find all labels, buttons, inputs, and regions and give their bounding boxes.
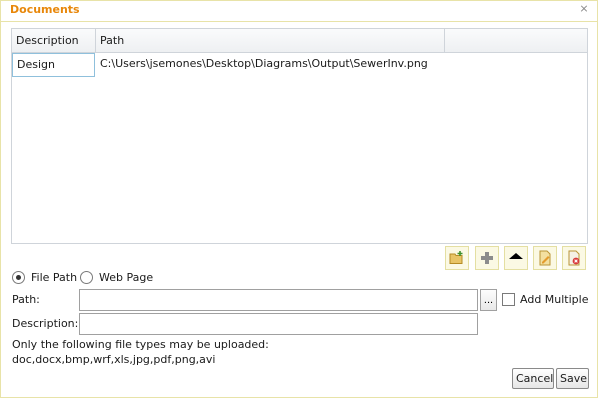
cell-path[interactable]: C:\Users\jsemones\Desktop\Diagrams\Outpu… — [96, 53, 456, 77]
dialog-title: Documents — [10, 3, 80, 16]
title-divider — [1, 21, 597, 22]
browse-button[interactable]: ... — [480, 289, 497, 311]
add-button[interactable] — [475, 246, 499, 270]
file-path-label: File Path — [31, 271, 78, 284]
grid-header: Description Path — [12, 29, 587, 53]
table-row[interactable]: Design C:\Users\jsemones\Desktop\Diagram… — [12, 53, 587, 77]
web-page-label: Web Page — [99, 271, 154, 284]
add-folder-icon — [449, 251, 463, 264]
add-folder-button[interactable] — [445, 246, 469, 270]
web-page-radio[interactable] — [80, 271, 93, 284]
move-up-button[interactable] — [504, 246, 528, 270]
path-input[interactable] — [79, 289, 478, 311]
file-types-note: Only the following file types may be upl… — [12, 338, 269, 351]
add-multiple-checkbox[interactable] — [502, 293, 515, 306]
edit-document-icon — [539, 250, 551, 266]
description-label: Description: — [12, 317, 79, 330]
description-input[interactable] — [79, 313, 478, 335]
documents-dialog: Documents ⨯ Description Path Design C:\U… — [0, 0, 598, 398]
move-up-icon — [509, 253, 523, 259]
title-bar: Documents ⨯ — [1, 1, 597, 21]
file-path-radio[interactable] — [12, 271, 25, 284]
delete-document-icon — [568, 250, 580, 266]
cell-description[interactable]: Design — [12, 53, 95, 77]
edit-document-button[interactable] — [533, 246, 557, 270]
plus-icon — [481, 252, 493, 264]
path-label: Path: — [12, 293, 40, 306]
delete-document-button[interactable] — [562, 246, 586, 270]
file-types-list: doc,docx,bmp,wrf,xls,jpg,pdf,png,avi — [12, 353, 216, 366]
close-icon[interactable]: ⨯ — [578, 3, 590, 15]
add-multiple-label: Add Multiple — [520, 293, 589, 306]
cancel-button[interactable]: Cancel — [512, 368, 554, 389]
column-header-path[interactable]: Path — [96, 29, 445, 52]
save-button[interactable]: Save — [556, 368, 589, 389]
documents-grid: Description Path Design C:\Users\jsemone… — [11, 28, 588, 244]
column-header-description[interactable]: Description — [12, 29, 96, 52]
